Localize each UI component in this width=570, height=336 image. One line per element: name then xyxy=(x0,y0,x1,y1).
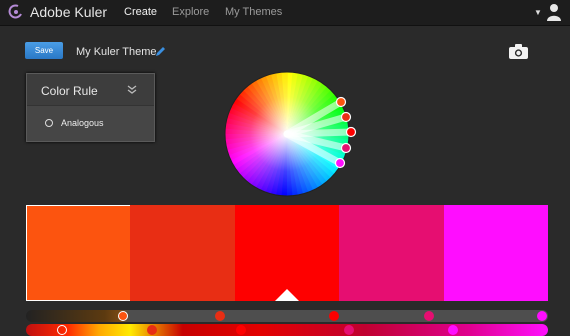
swatch-row xyxy=(26,205,549,301)
slider-knob[interactable] xyxy=(344,325,354,335)
top-bar: Adobe Kuler Create Explore My Themes ▼ xyxy=(0,0,570,26)
color-swatch[interactable] xyxy=(26,205,131,301)
camera-icon[interactable] xyxy=(509,44,528,59)
color-wheel[interactable] xyxy=(215,64,365,204)
user-menu[interactable]: ▼ xyxy=(534,3,564,21)
slider-knob[interactable] xyxy=(537,311,547,321)
color-swatch[interactable] xyxy=(443,205,549,301)
hue-slider-track[interactable] xyxy=(26,310,548,322)
radio-button[interactable] xyxy=(45,119,53,127)
slider-knob[interactable] xyxy=(424,311,434,321)
nav-explore[interactable]: Explore xyxy=(172,6,209,18)
color-rule-panel: Color Rule Analogous xyxy=(26,73,155,142)
color-rule-option-label: Analogous xyxy=(61,118,104,128)
kuler-logo-icon xyxy=(8,4,22,19)
user-icon xyxy=(547,4,561,21)
color-swatch[interactable] xyxy=(234,205,340,301)
nav-my-themes[interactable]: My Themes xyxy=(225,6,282,18)
color-rule-header[interactable]: Color Rule xyxy=(27,74,154,106)
theme-name[interactable]: My Kuler Theme xyxy=(76,46,157,58)
pencil-icon[interactable] xyxy=(155,46,166,57)
slider-knob[interactable] xyxy=(57,325,67,335)
double-chevron-down-icon xyxy=(127,85,137,94)
color-rule-option[interactable]: Analogous xyxy=(27,106,154,141)
active-swatch-pointer-icon xyxy=(275,289,299,301)
caret-down-icon: ▼ xyxy=(534,8,542,17)
color-rule-title: Color Rule xyxy=(41,84,98,98)
slider-knob[interactable] xyxy=(329,311,339,321)
slider-knob[interactable] xyxy=(118,311,128,321)
saturation-slider-track[interactable] xyxy=(26,324,548,336)
color-wheel-handle[interactable] xyxy=(335,96,347,108)
slider-knob[interactable] xyxy=(215,311,225,321)
save-button[interactable]: Save xyxy=(25,42,63,59)
color-swatch[interactable] xyxy=(130,205,236,301)
color-swatch[interactable] xyxy=(339,205,445,301)
color-wheel-handle[interactable] xyxy=(345,126,357,138)
app-title: Adobe Kuler xyxy=(30,4,108,20)
slider-knob[interactable] xyxy=(236,325,246,335)
nav-create[interactable]: Create xyxy=(124,6,157,18)
slider-knob[interactable] xyxy=(448,325,458,335)
color-wheel-handle[interactable] xyxy=(340,111,352,123)
slider-knob[interactable] xyxy=(147,325,157,335)
color-wheel-handle[interactable] xyxy=(340,142,352,154)
color-wheel-handle[interactable] xyxy=(334,157,346,169)
